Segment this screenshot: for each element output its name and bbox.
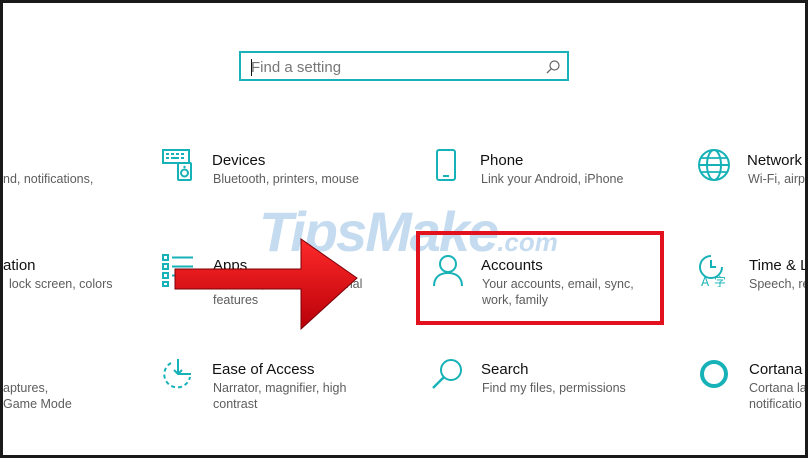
tile-desc: lock screen, colors (9, 277, 113, 291)
tile-desc: Narrator, magnifier, high (213, 381, 347, 395)
tile-search[interactable]: Search Find my files, permissions (431, 357, 661, 407)
tile-title: ation (3, 257, 36, 274)
tile-time-language[interactable]: A 字 Time & La Speech, reg (697, 253, 805, 303)
search-magnifier-icon (432, 359, 462, 389)
tile-desc: notificatio (749, 397, 802, 411)
tile-network[interactable]: Network Wi-Fi, airpl (697, 148, 805, 198)
tile-title: Cortana (749, 361, 803, 378)
tile-desc: Bluetooth, printers, mouse (213, 172, 359, 186)
svg-text:字: 字 (714, 274, 726, 287)
search-placeholder: Find a setting (251, 59, 342, 76)
network-globe-icon (698, 149, 730, 181)
tile-desc: Find my files, permissions (482, 381, 626, 395)
time-language-icon: A 字 (699, 255, 726, 287)
settings-window: Find a setting nd, notifications, Device… (0, 0, 808, 458)
search-icon[interactable] (545, 59, 561, 75)
tile-desc: contrast (213, 397, 258, 411)
accounts-highlight-box (416, 231, 664, 325)
devices-icon (162, 149, 192, 181)
tile-phone[interactable]: Phone Link your Android, iPhone (431, 148, 661, 198)
tile-desc: aptures, (3, 381, 49, 395)
cortana-icon (700, 360, 728, 388)
tile-desc: Cortana la (749, 381, 807, 395)
tile-desc: Wi-Fi, airpl (748, 172, 808, 186)
tile-title: Phone (480, 152, 524, 169)
phone-icon (436, 149, 456, 181)
tile-title: Search (481, 361, 529, 378)
tile-title: Time & La (749, 257, 808, 274)
text-caret (251, 59, 252, 76)
search-input[interactable]: Find a setting (239, 51, 569, 81)
tile-desc: nd, notifications, (3, 172, 94, 186)
tile-gaming[interactable]: aptures, Game Mode (3, 357, 143, 417)
tile-title: Network (747, 152, 803, 169)
tile-cortana[interactable]: Cortana Cortana la notificatio (697, 357, 805, 417)
ease-of-access-icon (163, 359, 191, 389)
svg-text:A: A (701, 275, 710, 287)
tile-personalization[interactable]: ation lock screen, colors (3, 253, 143, 303)
tile-title: Devices (212, 152, 266, 169)
tile-ease-of-access[interactable]: Ease of Access Narrator, magnifier, high… (161, 357, 391, 417)
tile-title: Ease of Access (212, 361, 315, 378)
tile-desc: Speech, reg (749, 277, 805, 291)
tile-desc: Link your Android, iPhone (481, 172, 624, 186)
tile-desc: Game Mode (3, 397, 72, 411)
red-arrow-annotation (174, 238, 358, 331)
tile-devices[interactable]: Devices Bluetooth, printers, mouse (161, 148, 391, 198)
tile-system[interactable]: nd, notifications, (3, 148, 143, 198)
